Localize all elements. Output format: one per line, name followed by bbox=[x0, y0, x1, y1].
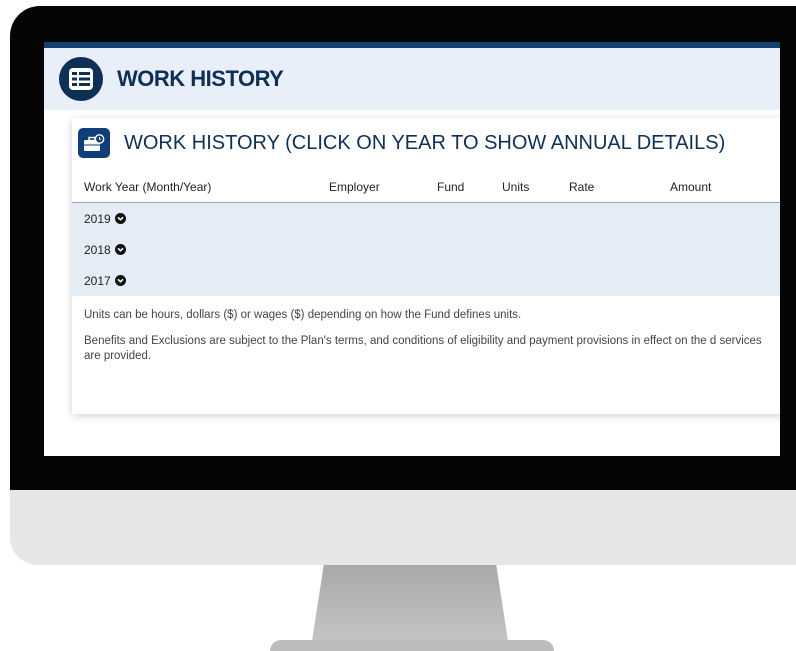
year-link[interactable]: 2017 bbox=[84, 274, 111, 288]
benefits-note: Benefits and Exclusions are subject to t… bbox=[84, 335, 762, 362]
panel-title: WORK HISTORY (CLICK ON YEAR TO SHOW ANNU… bbox=[124, 131, 726, 154]
column-header-work-year[interactable]: Work Year (Month/Year) bbox=[84, 180, 211, 194]
table-row[interactable]: 2017 1 bbox=[72, 265, 780, 296]
chevron-down-icon[interactable] bbox=[114, 275, 126, 286]
table-list-icon bbox=[59, 57, 103, 101]
page-title: WORK HISTORY bbox=[117, 66, 284, 91]
monitor-stand bbox=[312, 565, 508, 641]
page-header: WORK HISTORY bbox=[44, 48, 780, 110]
screen: WORK HISTORY WORK HISTORY (CLICK ON YEAR… bbox=[44, 42, 780, 456]
year-link[interactable]: 2018 bbox=[84, 243, 111, 257]
units-note: Units can be hours, dollars ($) or wages… bbox=[84, 309, 522, 321]
column-header-employer[interactable]: Employer bbox=[329, 180, 380, 194]
chevron-down-icon[interactable] bbox=[114, 213, 126, 224]
year-link[interactable]: 2019 bbox=[84, 212, 111, 226]
column-header-units[interactable]: Units bbox=[502, 180, 529, 194]
notes: Units can be hours, dollars ($) or wages… bbox=[72, 296, 780, 364]
briefcase-clock-icon bbox=[78, 128, 110, 158]
table-body: 2019 2018 2 2017 1 bbox=[72, 203, 780, 296]
column-header-rate[interactable]: Rate bbox=[569, 180, 594, 194]
chevron-down-icon[interactable] bbox=[114, 244, 126, 255]
work-history-panel: WORK HISTORY (CLICK ON YEAR TO SHOW ANNU… bbox=[72, 118, 780, 414]
table-row[interactable]: 2019 bbox=[72, 203, 780, 234]
column-header-amount[interactable]: Amount bbox=[670, 180, 711, 194]
monitor-chin bbox=[10, 490, 796, 565]
panel-header: WORK HISTORY (CLICK ON YEAR TO SHOW ANNU… bbox=[72, 118, 780, 168]
table-header: Work Year (Month/Year) Employer Fund Uni… bbox=[72, 168, 780, 203]
column-header-fund[interactable]: Fund bbox=[437, 180, 464, 194]
table-row[interactable]: 2018 2 bbox=[72, 234, 780, 265]
monitor-base bbox=[270, 640, 554, 651]
